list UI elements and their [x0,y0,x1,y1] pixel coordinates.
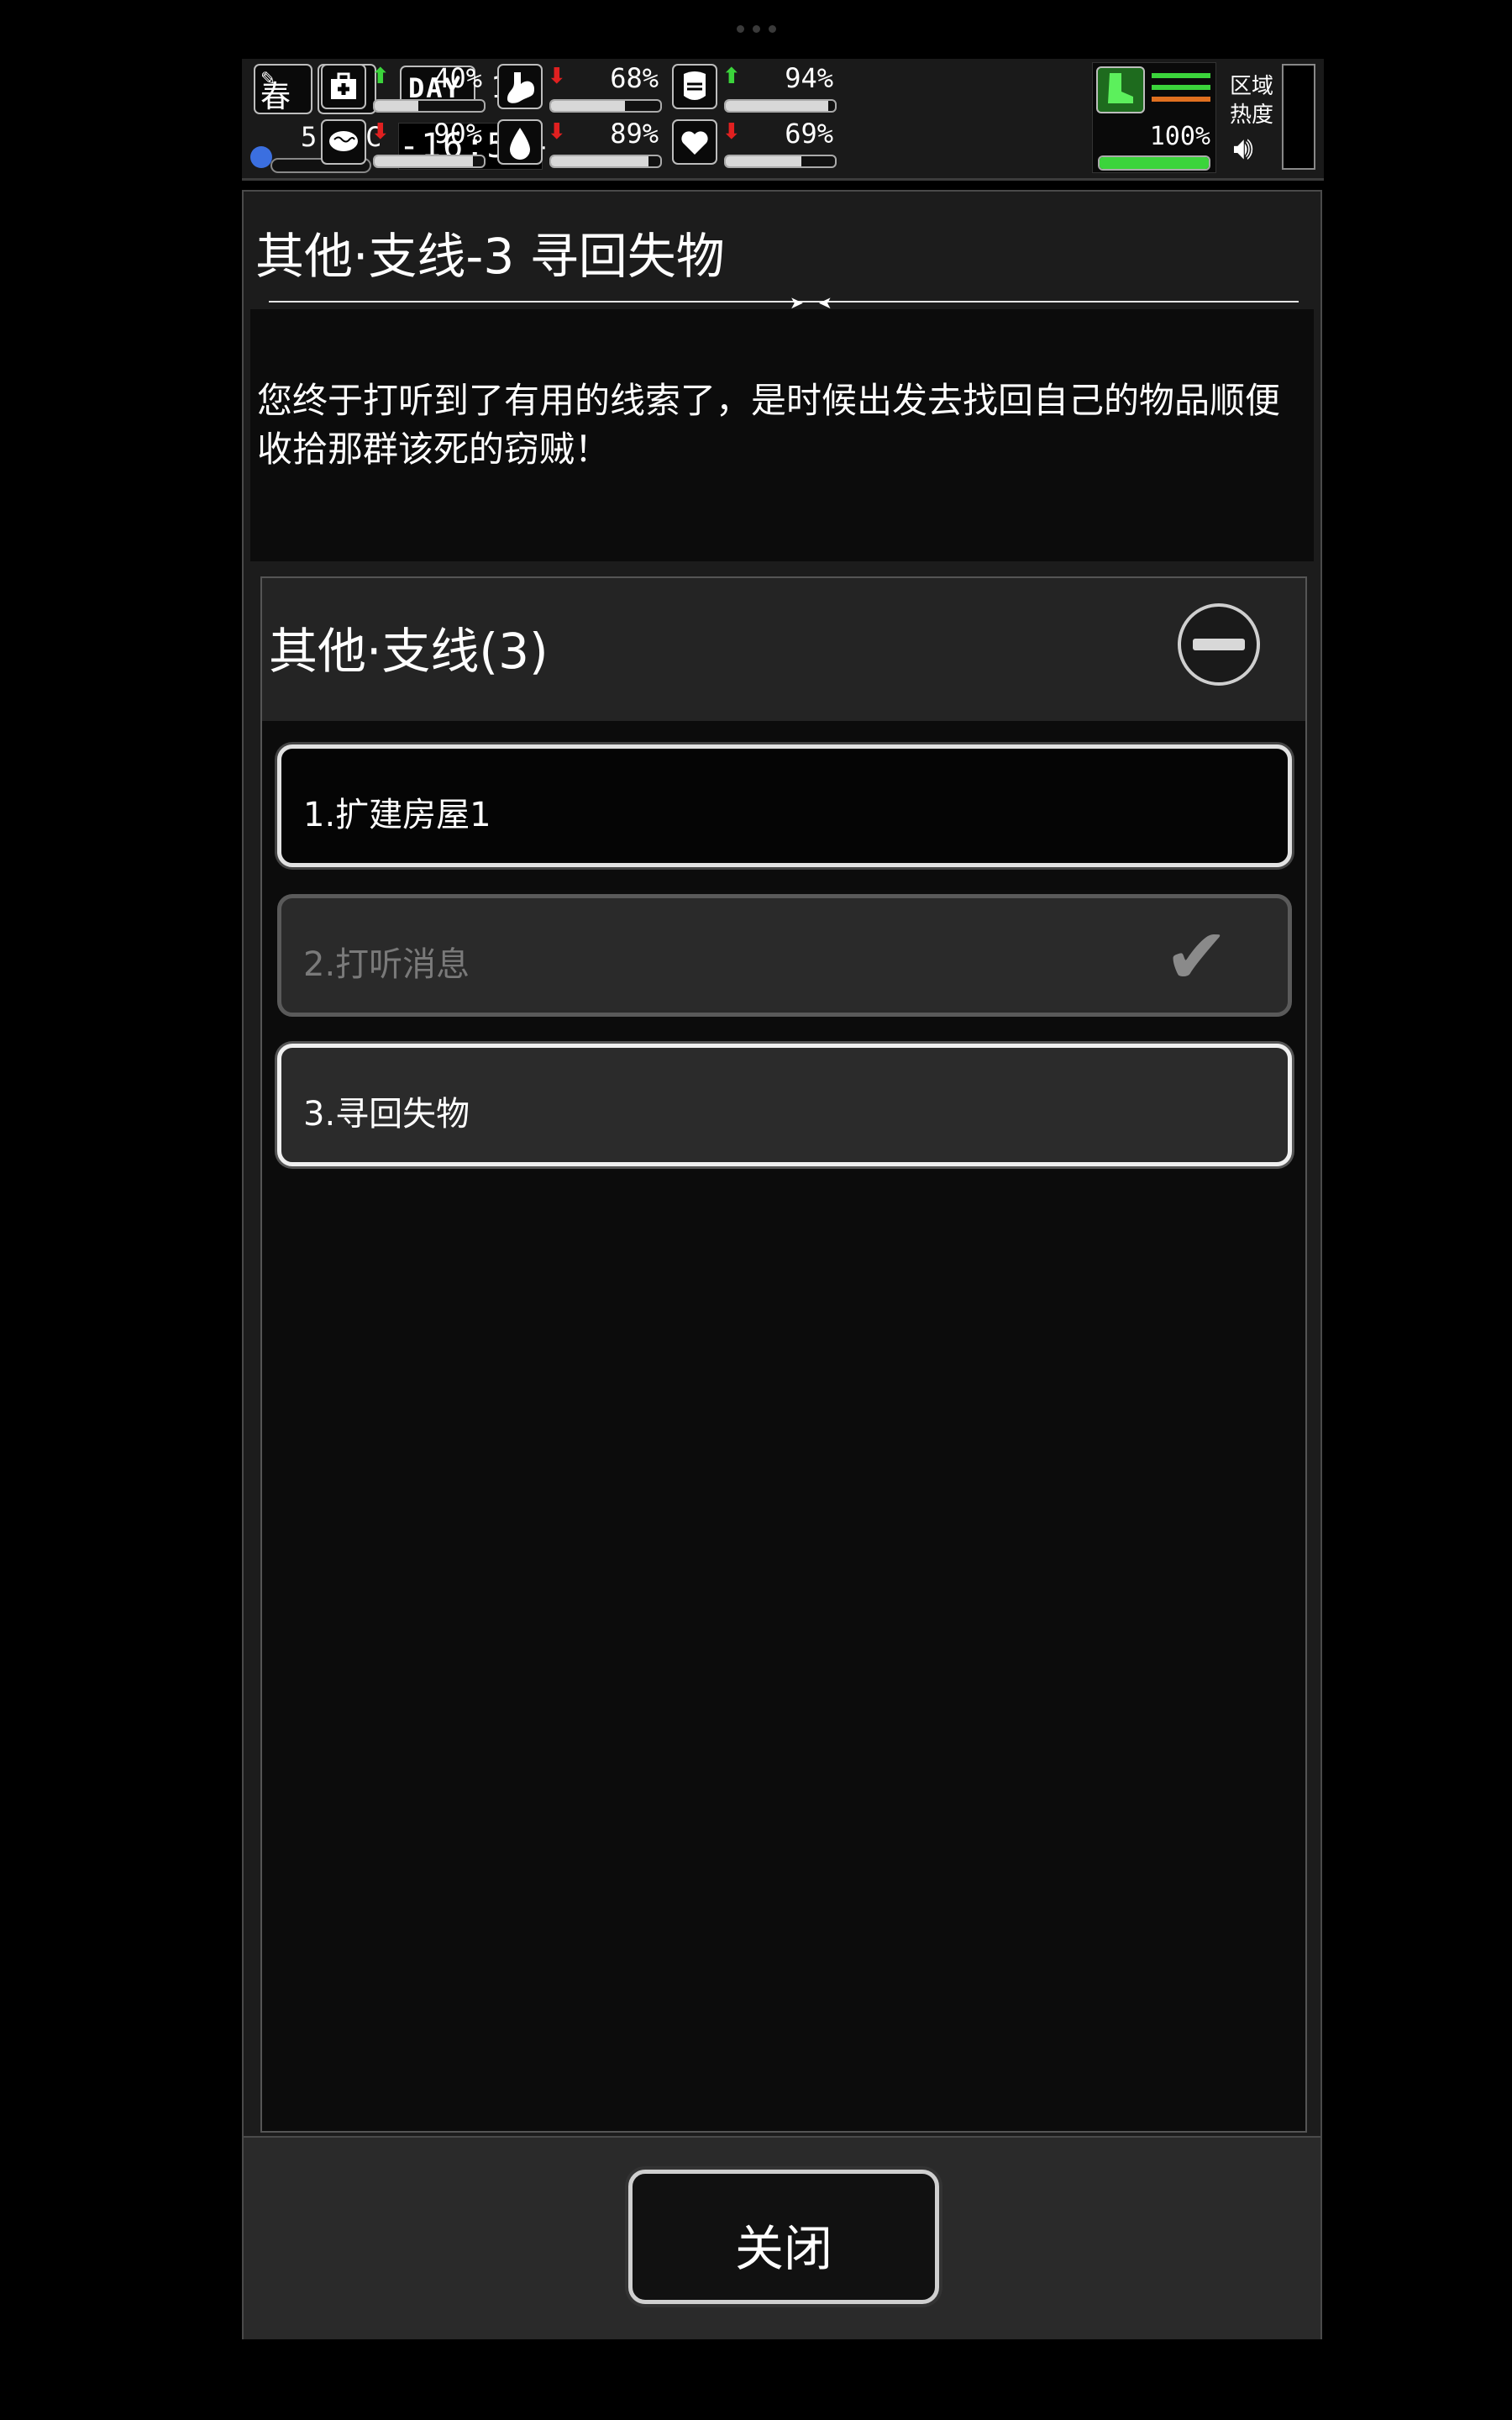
status-hud: 春 ✎ 5.0°C DAY 13 -16:50- ⬆40%⬇68%⬆94%⬇90… [242,59,1324,181]
stat-brain: ⬇ 90% [321,118,489,168]
stat-bar [549,155,662,168]
quest-panel: 其他·支线-3 寻回失物 ➤ ➤ 您终于打听到了有用的线索了，是时候出发去找回自… [242,190,1322,2339]
leaf-icon: ✎ [260,69,276,90]
area-heat-meter [1282,64,1315,170]
stat-bar [724,99,837,113]
stat-water: ⬇ 89% [497,118,665,168]
quest-description: 您终于打听到了有用的线索了，是时候出发去找回自己的物品顺便收拾那群该死的窃贼！ [257,380,1281,470]
quest-step-3[interactable]: 3.寻回失物 [277,1044,1292,1166]
stat-value: 40% [433,62,482,94]
speaker-icon[interactable]: 🔊︎ [1233,129,1253,167]
thermometer-icon [250,146,272,168]
chapter-header: 其他·支线(3) [262,578,1305,721]
encumbrance-lines [1152,73,1210,108]
trend-arrow-icon: ⬇ [722,119,741,145]
boot-icon [1096,66,1145,113]
trend-arrow-icon: ⬆ [371,64,390,89]
stat-bar [373,155,486,168]
quest-step-label: 1.扩建房屋1 [303,796,491,834]
footer-bar: 关闭 [244,2136,1320,2339]
stat-bar [724,155,837,168]
stat-value: 69% [785,118,833,150]
stat-health: ⬆ 40% [321,62,489,113]
trend-arrow-icon: ⬆ [722,64,741,89]
trend-arrow-icon: ⬇ [548,119,566,145]
title-divider: ➤ ➤ [269,292,1299,313]
stat-value: 90% [433,118,482,150]
trend-arrow-icon: ⬇ [371,119,390,145]
stomach-icon [497,64,543,109]
stat-value: 89% [610,118,659,150]
stat-bar [373,99,486,113]
stamina-panel: 100% [1092,62,1216,173]
quest-step-label: 3.寻回失物 [303,1095,470,1134]
stat-bar [549,99,662,113]
stat-value: 94% [785,62,833,94]
season-indicator: 春 ✎ [254,64,312,114]
close-button-label: 关闭 [734,2220,832,2277]
close-button[interactable]: 关闭 [628,2170,939,2304]
window-handle[interactable] [0,20,1512,36]
heart-icon [672,119,717,165]
armor-icon [672,64,717,109]
stamina-bar [1098,155,1210,171]
chapter-title: 其他·支线(3) [269,623,549,680]
brain-icon [321,119,366,165]
quest-step-2[interactable]: 2.打听消息 ✔ [277,894,1292,1017]
stat-value: 68% [610,62,659,94]
quest-step-1[interactable]: 1.扩建房屋1 [277,744,1292,867]
collapse-button[interactable] [1178,603,1260,686]
minus-icon [1193,639,1245,650]
trend-arrow-icon: ⬇ [548,64,566,89]
quest-title: 其他·支线-3 寻回失物 [255,228,725,285]
stat-heart: ⬇ 69% [672,118,840,168]
health-icon [321,64,366,109]
stat-stomach: ⬇ 68% [497,62,665,113]
quest-step-label: 2.打听消息 [303,945,470,984]
water-icon [497,119,543,165]
area-heat-label: 区域热度 [1230,74,1274,128]
stat-armor: ⬆ 94% [672,62,840,113]
checkmark-icon: ✔ [1163,912,1229,1002]
stamina-value: 100% [1149,122,1210,151]
description-box: 您终于打听到了有用的线索了，是时候出发去找回自己的物品顺便收拾那群该死的窃贼！ [250,309,1314,561]
chapter-section: 其他·支线(3) 1.扩建房屋1 2.打听消息 ✔ 3.寻回失物 [260,576,1307,2133]
